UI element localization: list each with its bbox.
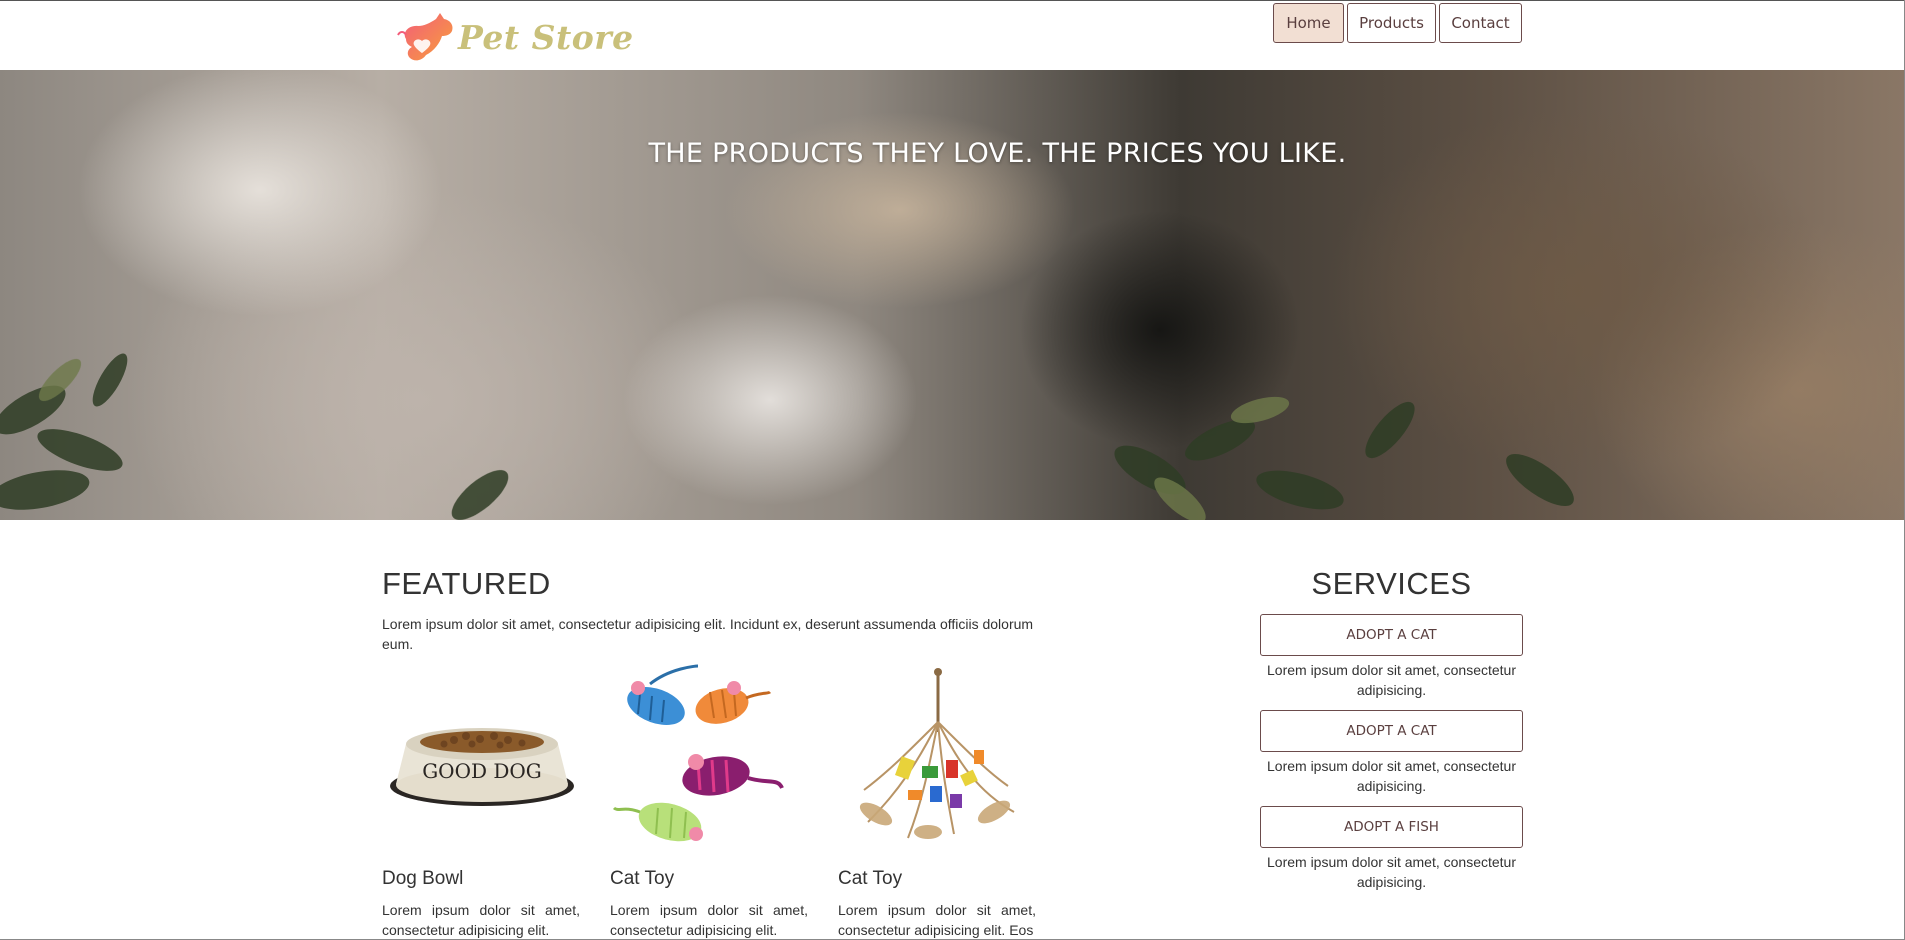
bowl-label: GOOD DOG bbox=[422, 759, 542, 783]
hero-banner: THE PRODUCTS THEY LOVE. THE PRICES YOU L… bbox=[0, 70, 1905, 520]
services-title: SERVICES bbox=[1311, 566, 1472, 601]
adopt-cat-button[interactable]: ADOPT A CAT bbox=[1260, 614, 1523, 656]
service-description: Lorem ipsum dolor sit amet, consectetur … bbox=[1267, 662, 1516, 698]
product-description: Lorem ipsum dolor sit amet, consectetur … bbox=[838, 902, 1036, 938]
nav-contact-button[interactable]: Contact bbox=[1439, 3, 1522, 43]
adopt-cat-button-2[interactable]: ADOPT A CAT bbox=[1260, 710, 1523, 752]
cat-toy-mice-image[interactable] bbox=[610, 662, 808, 862]
site-logo[interactable]: Pet Store bbox=[392, 9, 634, 65]
featured-title: FEATURED bbox=[382, 566, 551, 601]
product-card[interactable]: GOOD DOG Dog Bowl Lorem ipsum dolor sit … bbox=[382, 662, 580, 940]
product-card[interactable]: Cat Toy Lorem ipsum dolor sit amet, cons… bbox=[610, 662, 808, 940]
logo-text: Pet Store bbox=[458, 17, 634, 57]
adopt-fish-button[interactable]: ADOPT A FISH bbox=[1260, 806, 1523, 848]
nav-home-button[interactable]: Home bbox=[1273, 3, 1344, 43]
hero-headline: THE PRODUCTS THEY LOVE. THE PRICES YOU L… bbox=[648, 138, 1347, 169]
product-description: Lorem ipsum dolor sit amet, consectetur … bbox=[610, 902, 808, 938]
product-name[interactable]: Dog Bowl bbox=[382, 868, 580, 890]
service-description: Lorem ipsum dolor sit amet, consectetur … bbox=[1267, 854, 1516, 890]
nav-products-button[interactable]: Products bbox=[1347, 3, 1436, 43]
service-description: Lorem ipsum dolor sit amet, consectetur … bbox=[1267, 758, 1516, 794]
pet-logo-icon bbox=[397, 13, 453, 61]
product-card[interactable]: Cat Toy Lorem ipsum dolor sit amet, cons… bbox=[838, 662, 1036, 940]
cat-toy-wood-image[interactable] bbox=[838, 662, 1036, 862]
product-name[interactable]: Cat Toy bbox=[610, 868, 808, 890]
main-nav: Home Products Contact bbox=[1273, 3, 1522, 43]
product-name[interactable]: Cat Toy bbox=[838, 868, 1036, 890]
services-panel: SERVICES ADOPT A CAT Lorem ipsum dolor s… bbox=[1260, 566, 1523, 892]
featured-description: Lorem ipsum dolor sit amet, consectetur … bbox=[382, 616, 1034, 652]
dog-bowl-image[interactable]: GOOD DOG bbox=[382, 662, 580, 862]
product-description: Lorem ipsum dolor sit amet, consectetur … bbox=[382, 902, 580, 938]
site-header: Pet Store Home Products Contact bbox=[0, 0, 1905, 70]
hero-photo-foliage bbox=[0, 353, 1574, 520]
